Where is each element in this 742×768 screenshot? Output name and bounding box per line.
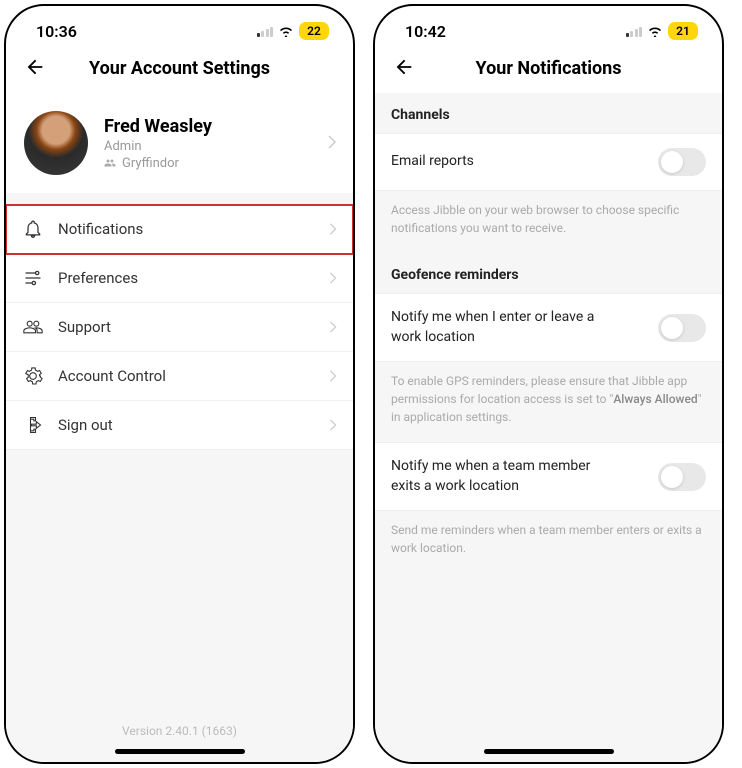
profile-info: Fred Weasley Admin Gryffindor — [104, 116, 212, 171]
gear-icon — [22, 366, 44, 386]
page-title: Your Account Settings — [22, 58, 337, 79]
content: Fred Weasley Admin Gryffindor Notificati… — [6, 93, 353, 762]
help-text-notify-team: Send me reminders when a team member ent… — [375, 511, 722, 573]
wifi-icon — [647, 25, 663, 37]
battery-indicator: 21 — [668, 22, 698, 40]
chevron-right-icon — [329, 318, 337, 337]
back-button[interactable] — [393, 56, 415, 82]
battery-indicator: 22 — [299, 22, 329, 40]
phone-settings: 10:36 22 Your Account Settings Fred Weas… — [4, 4, 355, 764]
menu-label: Notifications — [58, 220, 337, 238]
content: Channels Email reports Access Jibble on … — [375, 93, 722, 762]
menu-label: Support — [58, 318, 337, 336]
help-text-channels: Access Jibble on your web browser to cho… — [375, 191, 722, 253]
help-text-notify-self: To enable GPS reminders, please ensure t… — [375, 362, 722, 442]
status-bar: 10:36 22 — [6, 6, 353, 50]
status-time: 10:42 — [405, 22, 446, 41]
menu-label: Account Control — [58, 367, 337, 385]
phone-notifications: 10:42 21 Your Notifications Channels Ema… — [373, 4, 724, 764]
menu-item-account-control[interactable]: Account Control — [6, 352, 353, 401]
status-indicators: 21 — [626, 22, 699, 40]
profile-group: Gryffindor — [104, 156, 212, 171]
section-header-geofence: Geofence reminders — [375, 253, 722, 293]
back-button[interactable] — [24, 56, 46, 82]
status-bar: 10:42 21 — [375, 6, 722, 50]
status-indicators: 22 — [257, 22, 330, 40]
sliders-icon — [22, 268, 44, 288]
home-indicator[interactable] — [115, 749, 245, 754]
row-email-reports: Email reports — [375, 133, 722, 191]
toggle-label: Notify me when a team member exits a wor… — [391, 457, 621, 496]
toggle-notify-team[interactable] — [658, 463, 706, 491]
menu-item-preferences[interactable]: Preferences — [6, 254, 353, 303]
menu-item-sign-out[interactable]: Sign out — [6, 401, 353, 450]
home-indicator[interactable] — [484, 749, 614, 754]
people-icon — [22, 317, 44, 337]
avatar — [24, 111, 88, 175]
bell-icon — [22, 219, 44, 239]
signal-icon — [626, 25, 643, 37]
chevron-right-icon — [327, 134, 337, 153]
menu-label: Preferences — [58, 269, 337, 287]
toggle-label: Notify me when I enter or leave a work l… — [391, 308, 621, 347]
section-header-channels: Channels — [375, 93, 722, 133]
profile-card[interactable]: Fred Weasley Admin Gryffindor — [6, 93, 353, 193]
chevron-right-icon — [329, 220, 337, 239]
menu-list: Notifications Preferences Support — [6, 205, 353, 450]
toggle-label: Email reports — [391, 152, 474, 172]
chevron-right-icon — [329, 416, 337, 435]
page-title: Your Notifications — [391, 58, 706, 79]
header: Your Notifications — [375, 50, 722, 93]
profile-role: Admin — [104, 139, 212, 154]
row-notify-self: Notify me when I enter or leave a work l… — [375, 293, 722, 362]
toggle-notify-self[interactable] — [658, 314, 706, 342]
header: Your Account Settings — [6, 50, 353, 93]
row-notify-team: Notify me when a team member exits a wor… — [375, 442, 722, 511]
profile-name: Fred Weasley — [104, 116, 212, 137]
menu-item-notifications[interactable]: Notifications — [6, 205, 353, 254]
status-time: 10:36 — [36, 22, 77, 41]
chevron-right-icon — [329, 367, 337, 386]
signal-icon — [257, 25, 274, 37]
chevron-right-icon — [329, 269, 337, 288]
menu-label: Sign out — [58, 416, 337, 434]
toggle-email-reports[interactable] — [658, 148, 706, 176]
menu-item-support[interactable]: Support — [6, 303, 353, 352]
group-icon — [104, 157, 116, 169]
sign-out-icon — [22, 415, 44, 435]
wifi-icon — [278, 25, 294, 37]
